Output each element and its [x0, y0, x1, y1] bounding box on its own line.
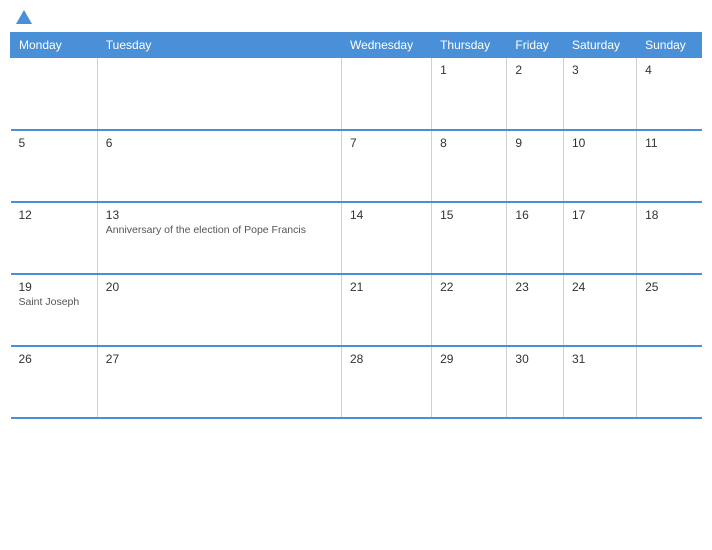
calendar-cell: 27: [97, 346, 341, 418]
weekday-header-monday: Monday: [11, 33, 98, 58]
calendar-week-row: 5 6 7 8 9 10 11: [11, 130, 702, 202]
calendar-cell: 7: [341, 130, 431, 202]
day-number: 11: [645, 136, 693, 150]
day-number: 4: [645, 63, 693, 77]
day-number: 8: [440, 136, 498, 150]
day-number: 23: [515, 280, 555, 294]
calendar-header: [10, 10, 702, 24]
calendar-cell: 29: [432, 346, 507, 418]
event-label: Saint Joseph: [19, 296, 89, 310]
day-number: 25: [645, 280, 693, 294]
day-number: 21: [350, 280, 423, 294]
calendar-cell: 31: [564, 346, 637, 418]
day-number: 14: [350, 208, 423, 222]
day-number: 13: [106, 208, 333, 222]
day-number: 3: [572, 63, 628, 77]
calendar-cell: 1: [432, 58, 507, 130]
calendar-cell: [11, 58, 98, 130]
day-number: 28: [350, 352, 423, 366]
calendar-week-row: 26 27 28 29 30 31: [11, 346, 702, 418]
day-number: 10: [572, 136, 628, 150]
day-number: 12: [19, 208, 89, 222]
weekday-header-friday: Friday: [507, 33, 564, 58]
day-number: 18: [645, 208, 693, 222]
calendar-week-row: 1 2 3 4: [11, 58, 702, 130]
calendar-cell: 26: [11, 346, 98, 418]
calendar-cell: 14: [341, 202, 431, 274]
calendar-cell: 4: [637, 58, 702, 130]
calendar-cell: 2: [507, 58, 564, 130]
weekday-header-tuesday: Tuesday: [97, 33, 341, 58]
day-number: 19: [19, 280, 89, 294]
day-number: 29: [440, 352, 498, 366]
day-number: 26: [19, 352, 89, 366]
day-number: 20: [106, 280, 333, 294]
logo: [14, 10, 34, 24]
day-number: 17: [572, 208, 628, 222]
day-number: 30: [515, 352, 555, 366]
calendar-cell: [97, 58, 341, 130]
calendar-cell: 8: [432, 130, 507, 202]
calendar-cell: 13 Anniversary of the election of Pope Fr…: [97, 202, 341, 274]
day-number: 2: [515, 63, 555, 77]
calendar-cell: 19 Saint Joseph: [11, 274, 98, 346]
day-number: 27: [106, 352, 333, 366]
calendar-week-row: 19 Saint Joseph 20 21 22 23 24 25: [11, 274, 702, 346]
calendar-cell: 22: [432, 274, 507, 346]
calendar-cell: [341, 58, 431, 130]
calendar-cell: 18: [637, 202, 702, 274]
calendar-cell: 16: [507, 202, 564, 274]
calendar-cell: 30: [507, 346, 564, 418]
weekday-header-thursday: Thursday: [432, 33, 507, 58]
calendar-cell: 21: [341, 274, 431, 346]
day-number: 9: [515, 136, 555, 150]
calendar-week-row: 12 13 Anniversary of the election of Pope …: [11, 202, 702, 274]
weekday-header-row: MondayTuesdayWednesdayThursdayFridaySatu…: [11, 33, 702, 58]
weekday-header-sunday: Sunday: [637, 33, 702, 58]
day-number: 5: [19, 136, 89, 150]
calendar-cell: 28: [341, 346, 431, 418]
calendar-cell: 12: [11, 202, 98, 274]
calendar-cell: 3: [564, 58, 637, 130]
day-number: 7: [350, 136, 423, 150]
calendar-cell: 9: [507, 130, 564, 202]
day-number: 6: [106, 136, 333, 150]
calendar-table: MondayTuesdayWednesdayThursdayFridaySatu…: [10, 32, 702, 419]
day-number: 22: [440, 280, 498, 294]
day-number: 1: [440, 63, 498, 77]
day-number: 15: [440, 208, 498, 222]
calendar-cell: [637, 346, 702, 418]
weekday-header-wednesday: Wednesday: [341, 33, 431, 58]
day-number: 31: [572, 352, 628, 366]
event-label: Anniversary of the election of Pope Fran…: [106, 224, 333, 238]
calendar-cell: 20: [97, 274, 341, 346]
logo-triangle-icon: [16, 10, 32, 24]
calendar-cell: 11: [637, 130, 702, 202]
calendar-cell: 24: [564, 274, 637, 346]
calendar-cell: 25: [637, 274, 702, 346]
calendar-cell: 23: [507, 274, 564, 346]
calendar-cell: 6: [97, 130, 341, 202]
calendar-cell: 17: [564, 202, 637, 274]
calendar-cell: 10: [564, 130, 637, 202]
day-number: 24: [572, 280, 628, 294]
calendar-cell: 15: [432, 202, 507, 274]
day-number: 16: [515, 208, 555, 222]
weekday-header-saturday: Saturday: [564, 33, 637, 58]
calendar-cell: 5: [11, 130, 98, 202]
